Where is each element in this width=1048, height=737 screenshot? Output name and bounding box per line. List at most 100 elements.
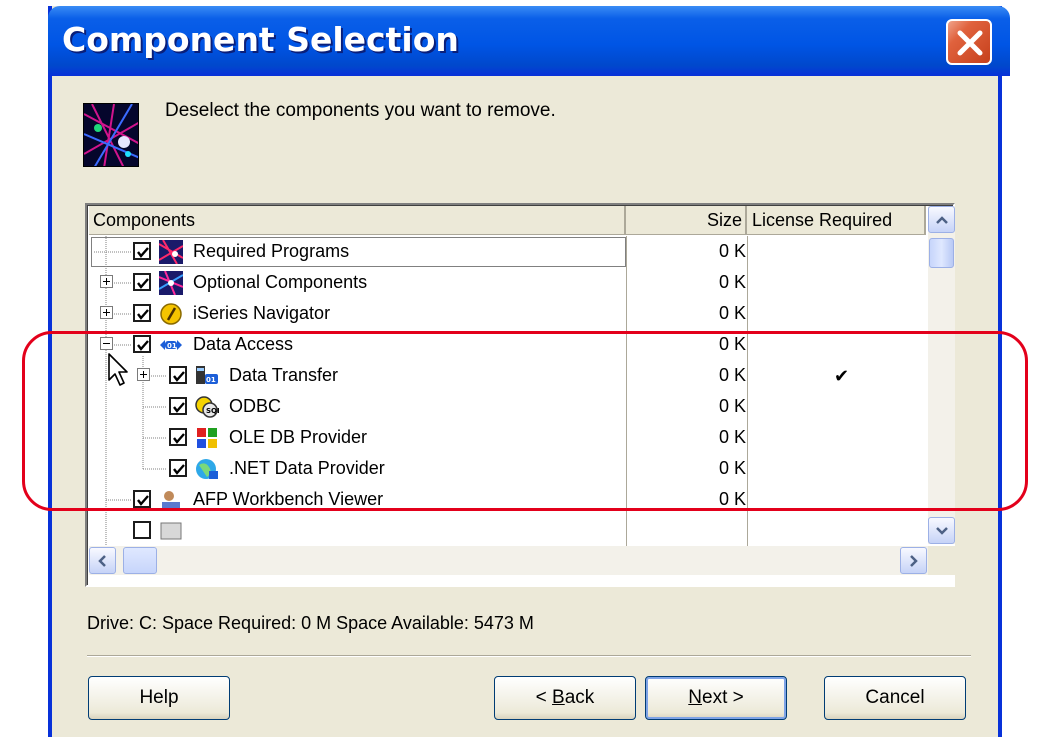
item-label: Data Access xyxy=(193,334,294,354)
check-icon xyxy=(173,402,185,413)
back-mnemonic: B xyxy=(552,687,565,708)
license-required-check: ✔ xyxy=(834,366,850,386)
horizontal-scrollbar[interactable] xyxy=(89,546,928,575)
item-label: Optional Components xyxy=(193,272,368,292)
required-programs-icon xyxy=(159,240,183,264)
check-icon xyxy=(173,371,185,382)
check-icon xyxy=(137,340,149,351)
item-size: 0 K xyxy=(718,458,746,478)
item-label: Data Transfer xyxy=(229,365,339,385)
item-size: 0 K xyxy=(718,334,746,354)
components-list[interactable]: Components Size License Required Require… xyxy=(85,203,955,587)
list-item-required-programs[interactable]: Required Programs 0 K xyxy=(89,236,928,267)
item-size: 0 K xyxy=(718,427,746,447)
check-icon xyxy=(173,433,185,444)
checkbox[interactable] xyxy=(169,397,187,415)
column-header-components[interactable]: Components xyxy=(89,206,626,235)
dialog-body: Deselect the components you want to remo… xyxy=(52,76,998,737)
next-label-rest: ext > xyxy=(702,687,744,708)
back-button[interactable]: < Back xyxy=(494,676,636,720)
item-size: 0 K xyxy=(718,365,746,385)
chevron-right-icon xyxy=(910,555,918,567)
check-icon xyxy=(137,309,149,320)
vertical-scroll-thumb[interactable] xyxy=(929,238,954,268)
chevron-down-icon xyxy=(936,527,948,535)
net-data-provider-icon xyxy=(196,459,218,479)
collapse-icon[interactable] xyxy=(100,337,113,350)
check-icon xyxy=(137,247,149,258)
horizontal-scroll-thumb[interactable] xyxy=(123,547,157,574)
back-label-rest: ack xyxy=(564,687,595,708)
svg-text:SQL: SQL xyxy=(206,407,219,415)
vertical-scrollbar[interactable] xyxy=(928,206,955,544)
checkbox[interactable] xyxy=(133,335,151,353)
expand-icon[interactable] xyxy=(100,306,113,319)
help-button[interactable]: Help xyxy=(88,676,230,720)
afp-workbench-icon xyxy=(162,491,180,510)
checkbox[interactable] xyxy=(133,273,151,291)
setup-banner-icon xyxy=(83,103,139,167)
checkbox[interactable] xyxy=(133,521,151,539)
component-selection-dialog: Component Selection Deselect the compone… xyxy=(48,6,1010,737)
odbc-icon: SQL xyxy=(195,396,219,418)
instruction-text: Deselect the components you want to remo… xyxy=(165,100,556,121)
expand-icon[interactable] xyxy=(100,275,113,288)
item-label: ODBC xyxy=(229,396,282,416)
rows-area: Required Programs 0 K Optional Component… xyxy=(89,236,928,546)
ole-db-icon xyxy=(197,428,217,448)
scroll-up-button[interactable] xyxy=(928,206,955,233)
scrollbar-corner xyxy=(928,546,955,575)
svg-text:01: 01 xyxy=(167,342,177,350)
next-mnemonic: N xyxy=(688,687,702,708)
list-item-data-transfer[interactable]: 01 Data Transfer 0 K ✔ xyxy=(89,360,928,391)
data-access-icon: 01 xyxy=(160,340,182,350)
list-item-iseries-navigator[interactable]: iSeries Navigator 0 K xyxy=(89,298,928,329)
iseries-navigator-icon xyxy=(160,303,182,325)
check-icon xyxy=(173,464,185,475)
list-item-partial[interactable] xyxy=(89,515,928,546)
cancel-button[interactable]: Cancel xyxy=(824,676,966,720)
checkbox[interactable] xyxy=(169,459,187,477)
svg-text:01: 01 xyxy=(206,376,216,384)
column-header-size[interactable]: Size xyxy=(626,206,747,235)
item-size: 0 K xyxy=(718,241,746,261)
list-item-ole-db-provider[interactable]: OLE DB Provider 0 K xyxy=(89,422,928,453)
checkbox[interactable] xyxy=(169,366,187,384)
item-label: OLE DB Provider xyxy=(229,427,368,447)
item-size: 0 K xyxy=(718,272,746,292)
toolbox-icon xyxy=(160,522,182,540)
divider xyxy=(87,655,971,657)
list-item-data-access[interactable]: 01 Data Access 0 K xyxy=(89,329,928,360)
scroll-left-button[interactable] xyxy=(89,547,116,574)
checkbox[interactable] xyxy=(133,242,151,260)
list-item-optional-components[interactable]: Optional Components 0 K xyxy=(89,267,928,298)
item-label: Required Programs xyxy=(193,241,350,261)
column-header-license[interactable]: License Required xyxy=(747,206,926,235)
expand-icon[interactable] xyxy=(137,368,150,381)
check-icon xyxy=(137,278,149,289)
chevron-left-icon xyxy=(98,555,106,567)
checkbox[interactable] xyxy=(133,304,151,322)
item-label: .NET Data Provider xyxy=(229,458,385,478)
checkbox[interactable] xyxy=(169,428,187,446)
item-size: 0 K xyxy=(718,489,746,509)
close-icon xyxy=(957,30,983,56)
list-item-odbc[interactable]: SQL ODBC 0 K xyxy=(89,391,928,422)
scroll-down-button[interactable] xyxy=(928,517,955,544)
item-label: iSeries Navigator xyxy=(193,303,331,323)
list-item-net-data-provider[interactable]: .NET Data Provider 0 K xyxy=(89,453,928,484)
data-transfer-icon: 01 xyxy=(196,366,218,384)
checkbox[interactable] xyxy=(133,490,151,508)
title-bar[interactable]: Component Selection xyxy=(48,6,1010,76)
check-icon xyxy=(137,495,149,506)
next-button[interactable]: Next > xyxy=(645,676,787,720)
item-size: 0 K xyxy=(718,303,746,323)
window-title: Component Selection xyxy=(62,20,459,59)
back-label-prefix: < xyxy=(535,687,553,708)
item-size: 0 K xyxy=(718,396,746,416)
close-button[interactable] xyxy=(946,19,992,65)
chevron-up-icon xyxy=(936,216,948,224)
scroll-right-button[interactable] xyxy=(900,547,927,574)
disk-space-status: Drive: C: Space Required: 0 M Space Avai… xyxy=(87,613,534,633)
list-item-afp-workbench-viewer[interactable]: AFP Workbench Viewer 0 K xyxy=(89,484,928,515)
